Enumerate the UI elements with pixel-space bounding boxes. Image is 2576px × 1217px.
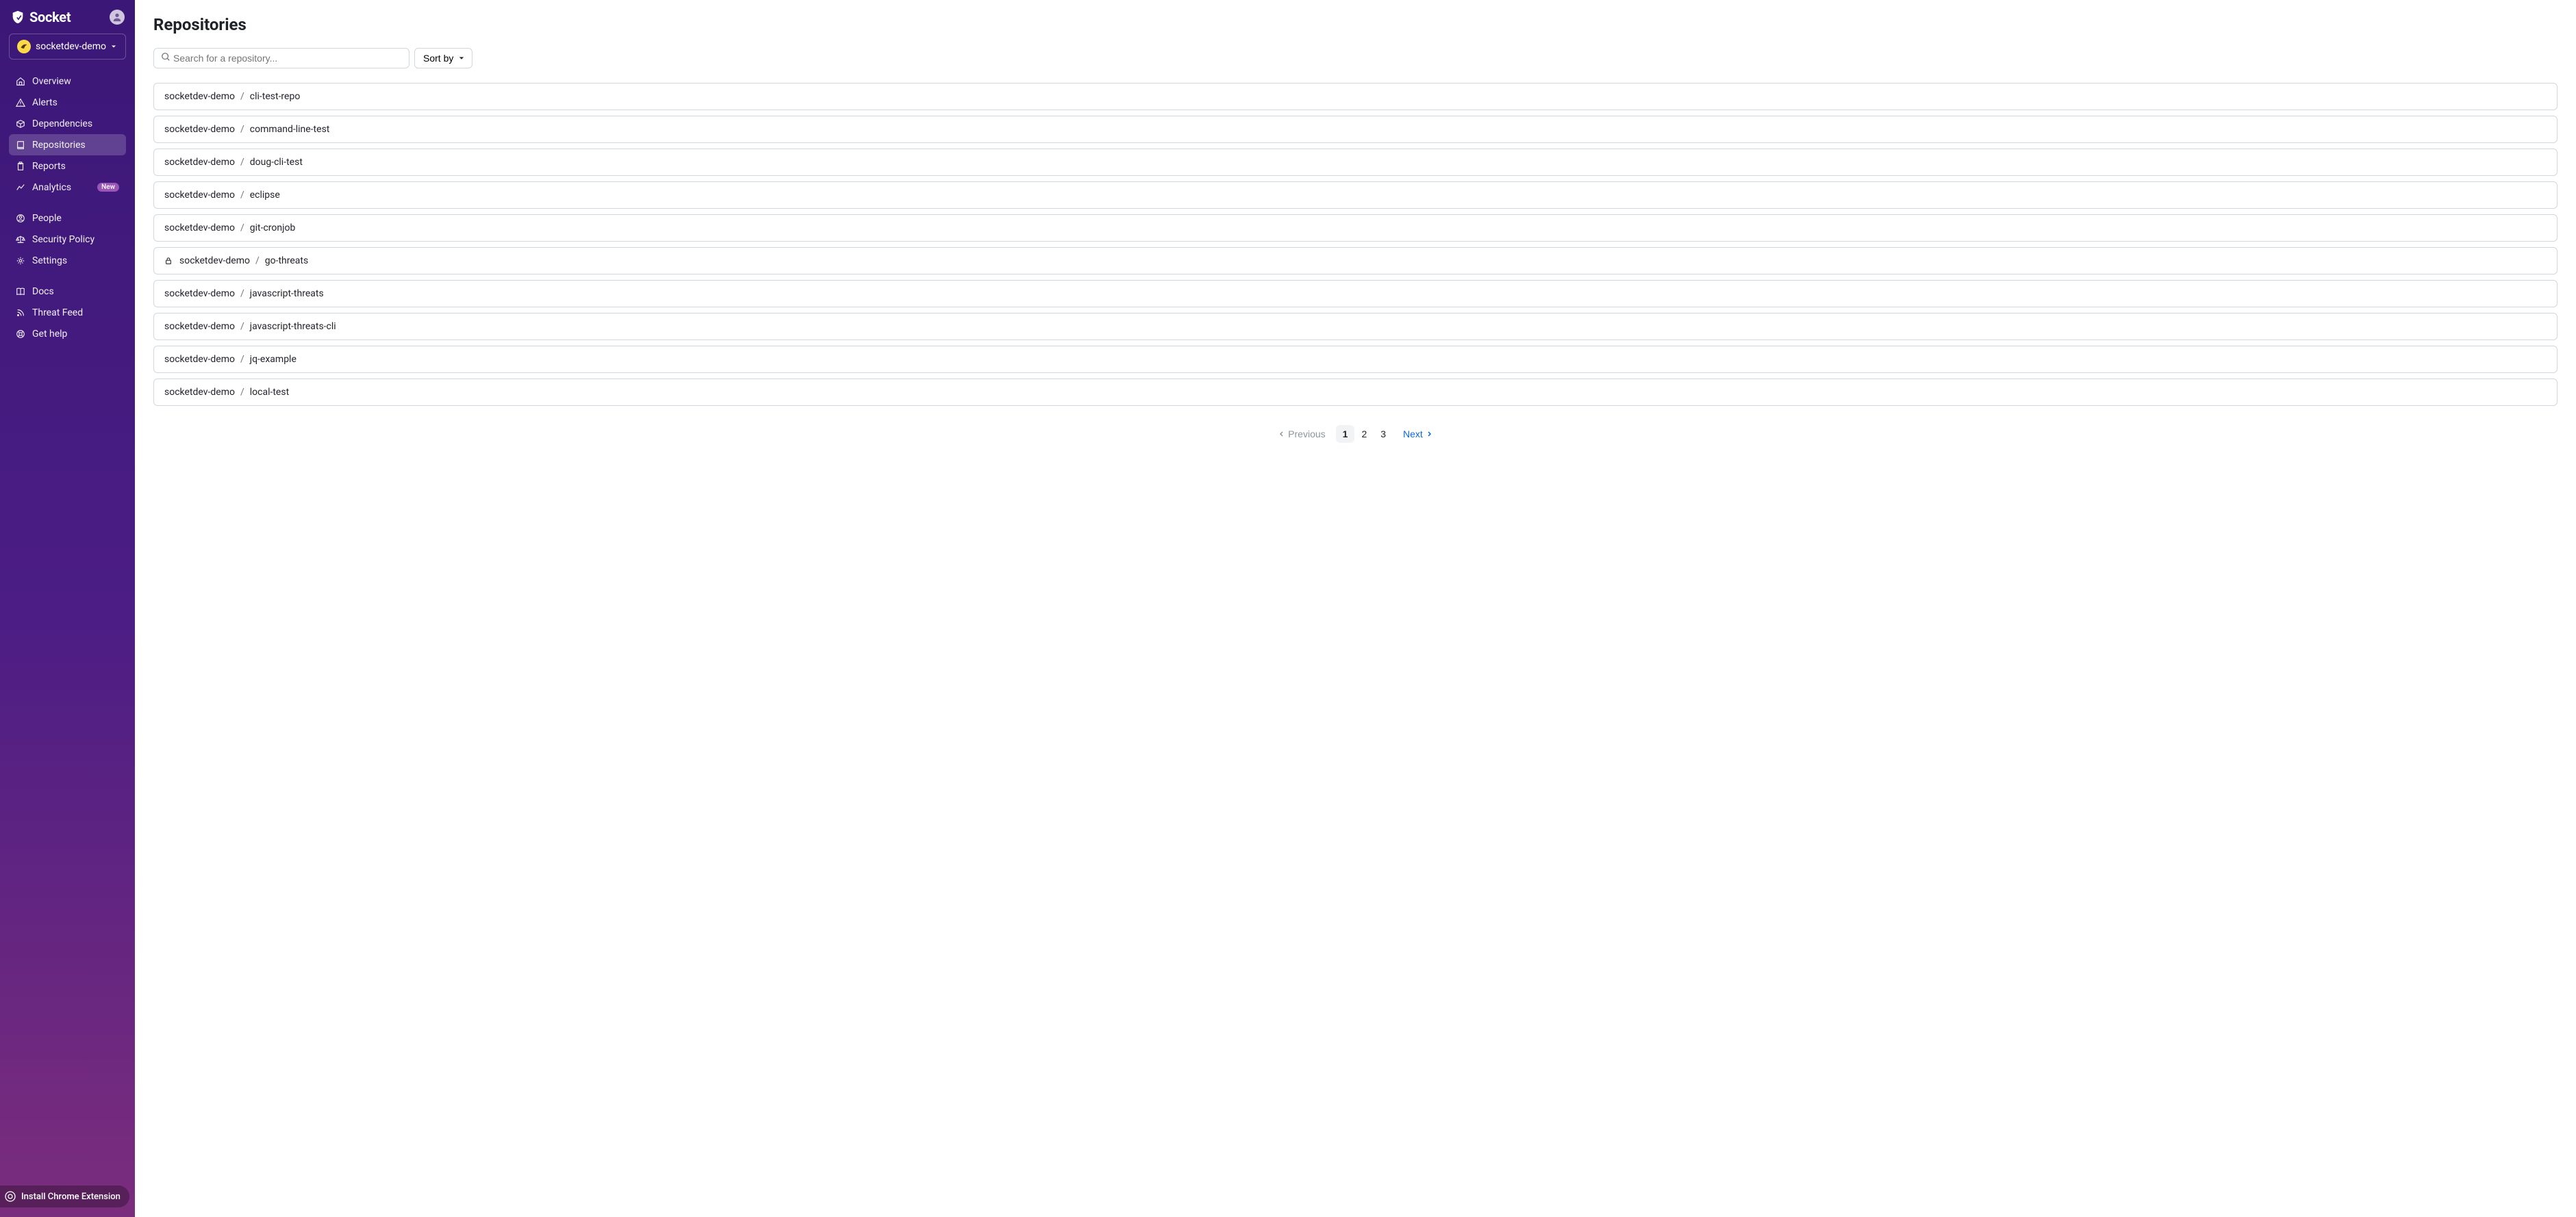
home-icon [16,77,25,86]
caret-down-icon [459,55,464,61]
repo-name: javascript-threats-cli [250,321,336,332]
repo-name: git-cronjob [250,222,296,233]
sidebar-item-repositories[interactable]: Repositories [9,134,126,155]
repo-separator: / [240,222,244,233]
pagination-next[interactable]: Next [1396,425,1439,443]
chevron-left-icon [1278,431,1285,437]
sidebar-item-reports[interactable]: Reports [9,155,126,177]
repo-owner: socketdev-demo [164,222,235,233]
repo-separator: / [240,387,244,398]
install-chrome-extension[interactable]: Install Chrome Extension [0,1186,129,1207]
search-icon [161,52,171,64]
repo-separator: / [240,288,244,299]
sidebar-item-people[interactable]: People [9,207,126,229]
gear-icon [16,256,25,266]
sort-by-button[interactable]: Sort by [414,48,472,68]
repo-owner: socketdev-demo [164,157,235,168]
org-avatar [17,40,31,53]
repo-name: command-line-test [250,124,330,135]
repo-owner: socketdev-demo [179,255,250,266]
repo-item[interactable]: socketdev-demo / doug-cli-test [153,149,2558,176]
repo-owner: socketdev-demo [164,124,235,135]
shield-icon [10,10,25,25]
sidebar-item-docs[interactable]: Docs [9,281,126,302]
repo-separator: / [240,157,244,168]
graph-icon [16,183,25,192]
repo-name: doug-cli-test [250,157,303,168]
repo-item[interactable]: socketdev-demo / git-cronjob [153,214,2558,242]
person-circle-icon [16,214,25,223]
repo-item[interactable]: socketdev-demo / jq-example [153,346,2558,373]
sidebar-item-dependencies[interactable]: Dependencies [9,113,126,134]
repo-name: cli-test-repo [250,91,301,102]
book-icon [16,287,25,296]
clipboard-icon [16,162,25,171]
new-badge: New [97,183,119,192]
repo-name: javascript-threats [250,288,324,299]
person-icon [112,12,122,22]
repo-item[interactable]: socketdev-demo / javascript-threats-cli [153,313,2558,340]
sidebar-item-threat-feed[interactable]: Threat Feed [9,302,126,323]
repo-owner: socketdev-demo [164,354,235,365]
repo-separator: / [255,255,260,266]
nav-list: Overview Alerts Dependencies Repositorie… [9,71,126,344]
repo-owner: socketdev-demo [164,190,235,201]
org-name: socketdev-demo [36,41,106,52]
search-wrapper [153,48,409,68]
org-bird-icon [20,42,28,51]
repo-icon [16,140,25,150]
brand-logo[interactable]: Socket [10,9,71,25]
lifebuoy-icon [16,329,25,339]
chevron-down-icon [110,42,118,51]
repo-item[interactable]: socketdev-demo / local-test [153,379,2558,406]
sidebar-item-security-policy[interactable]: Security Policy [9,229,126,250]
repo-owner: socketdev-demo [164,288,235,299]
repo-owner: socketdev-demo [164,321,235,332]
repo-item[interactable]: socketdev-demo / command-line-test [153,116,2558,143]
repo-item[interactable]: socketdev-demo / javascript-threats [153,280,2558,307]
chrome-icon [5,1191,16,1202]
brand-name: Socket [29,9,71,25]
sidebar-item-alerts[interactable]: Alerts [9,92,126,113]
repo-list: socketdev-demo/cli-test-reposocketdev-de… [153,83,2558,406]
repo-separator: / [240,124,244,135]
sidebar-item-analytics[interactable]: AnalyticsNew [9,177,126,198]
repo-name: jq-example [250,354,296,365]
pagination-prev: Previous [1272,425,1332,443]
sidebar-item-settings[interactable]: Settings [9,250,126,271]
page-title: Repositories [153,15,2558,34]
sidebar-item-overview[interactable]: Overview [9,71,126,92]
chevron-right-icon [1426,431,1432,437]
repo-owner: socketdev-demo [164,387,235,398]
scale-icon [16,235,25,244]
repo-separator: / [240,354,244,365]
search-input[interactable] [153,48,409,68]
repo-item[interactable]: socketdev-demo / eclipse [153,181,2558,209]
repo-separator: / [240,190,244,201]
org-selector[interactable]: socketdev-demo [9,34,126,60]
pagination: Previous 123 Next [153,425,2558,443]
sidebar: Socket socketdev-demo Overview Alerts De… [0,0,135,1217]
repo-name: eclipse [250,190,280,201]
repo-owner: socketdev-demo [164,91,235,102]
repo-item[interactable]: socketdev-demo / cli-test-repo [153,83,2558,110]
pagination-page-1[interactable]: 1 [1336,425,1355,443]
pagination-page-2[interactable]: 2 [1354,425,1374,443]
repo-item[interactable]: socketdev-demo / go-threats [153,247,2558,274]
package-icon [16,119,25,129]
user-avatar[interactable] [110,10,125,25]
sidebar-item-get-help[interactable]: Get help [9,323,126,344]
repo-separator: / [240,91,244,102]
controls-row: Sort by [153,48,2558,68]
alert-icon [16,98,25,107]
lock-icon [164,257,173,265]
sidebar-header: Socket [9,9,126,25]
rss-icon [16,308,25,318]
repo-name: go-threats [265,255,308,266]
main-content: Repositories Sort by socketdev-demo / cli-… [135,0,2576,1217]
repo-separator: / [240,321,244,332]
repo-name: local-test [250,387,289,398]
pagination-page-3[interactable]: 3 [1374,425,1393,443]
